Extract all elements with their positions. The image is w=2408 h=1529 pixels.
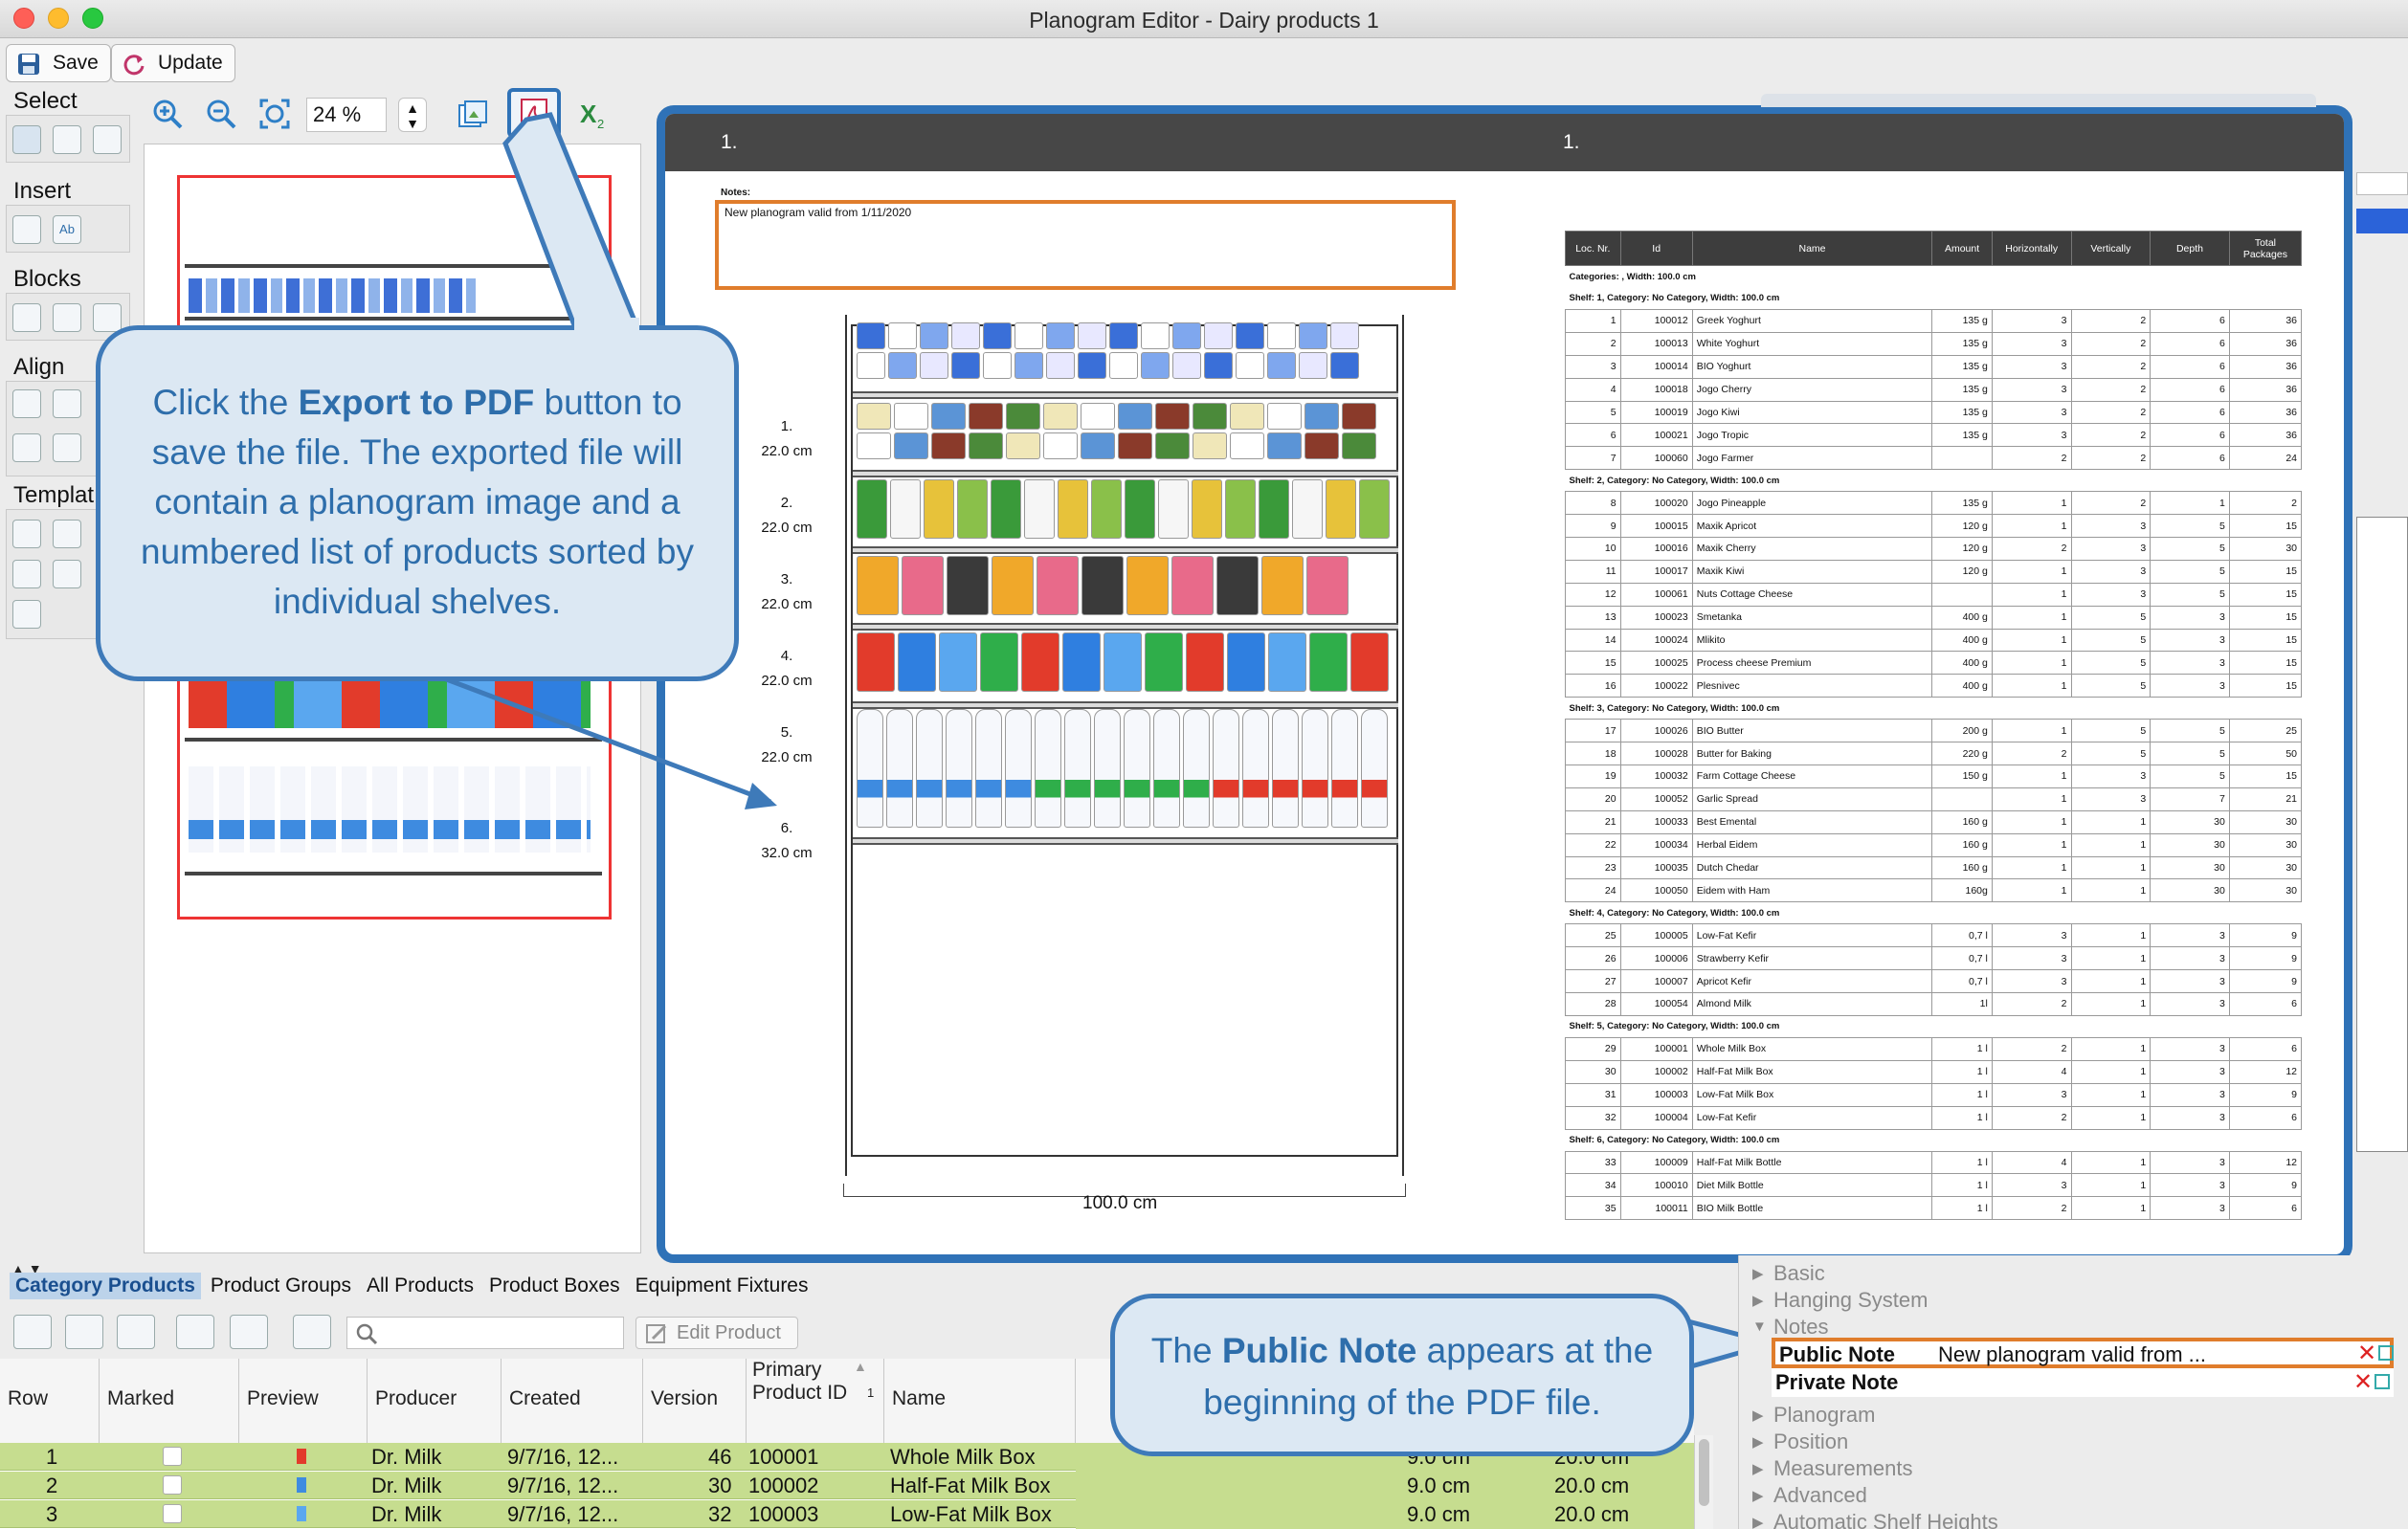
grid-header-row[interactable]: Row xyxy=(0,1359,100,1443)
search-icon xyxy=(356,1323,378,1345)
grid-header-created[interactable]: Created xyxy=(502,1359,643,1443)
section-measurements[interactable]: Measurements xyxy=(1773,1456,1913,1481)
delete-button[interactable] xyxy=(293,1315,331,1349)
properties-panel: ▶ Basic ▶ Hanging System ▼ Notes Public Not… xyxy=(1738,1255,2408,1529)
grid-cell-width: 9.0 cm xyxy=(1407,1502,1471,1526)
clear-public-note-icon[interactable]: ✕ xyxy=(2357,1340,2376,1367)
preview-thumbnail xyxy=(297,1449,306,1464)
section-basic[interactable]: Basic xyxy=(1773,1261,1825,1286)
expand-advanced-icon[interactable]: ▶ xyxy=(1752,1487,1764,1504)
selected-list-row[interactable] xyxy=(2356,209,2408,233)
export-pdf-callout: Click the Export to PDF button to save t… xyxy=(96,325,739,681)
public-note-value[interactable]: New planogram valid from ... xyxy=(1938,1342,2206,1367)
marked-checkbox[interactable] xyxy=(163,1447,182,1466)
sort-arrow-icon: ▲ xyxy=(854,1359,867,1374)
grid-cell-height: 20.0 cm xyxy=(1554,1502,1630,1526)
uncheck-button[interactable] xyxy=(65,1315,103,1349)
sort-index: 1 xyxy=(867,1385,875,1400)
grid-cell-width: 9.0 cm xyxy=(1407,1474,1471,1497)
grid-row[interactable]: 2 Dr. Milk 9/7/16, 12... 30 100002 Half-… xyxy=(0,1472,1076,1499)
grid-header-primary-product-id[interactable]: Primary Product ID 1 ▲ xyxy=(747,1359,884,1443)
grid-header-name[interactable]: Name xyxy=(884,1359,1076,1443)
pencil-icon xyxy=(646,1324,667,1343)
products-grid: Row Marked Preview Producer Created Version Pr… xyxy=(0,1359,1076,1529)
section-automatic-shelf-heights[interactable]: Automatic Shelf Heights xyxy=(1773,1510,1998,1529)
list-button[interactable] xyxy=(230,1315,268,1349)
edit-public-note-icon[interactable] xyxy=(2378,1345,2394,1361)
grid-row[interactable]: 1 Dr. Milk 9/7/16, 12... 46 100001 Whole… xyxy=(0,1443,1076,1471)
check-all-button[interactable] xyxy=(13,1315,52,1349)
section-notes[interactable]: Notes xyxy=(1773,1315,1828,1340)
tab-product-groups[interactable]: Product Groups xyxy=(205,1273,357,1299)
grid-scroll-thumb[interactable] xyxy=(1699,1439,1709,1506)
grid-header-marked[interactable]: Marked xyxy=(100,1359,239,1443)
edit-private-note-icon[interactable] xyxy=(2375,1374,2390,1389)
section-position[interactable]: Position xyxy=(1773,1429,1848,1454)
expand-position-icon[interactable]: ▶ xyxy=(1752,1433,1764,1451)
expand-hanging-icon[interactable]: ▶ xyxy=(1752,1292,1764,1309)
grid-header-producer[interactable]: Producer xyxy=(368,1359,502,1443)
public-note-row[interactable]: Public Note New planogram valid from ...… xyxy=(1772,1338,2394,1368)
preview-thumbnail xyxy=(297,1477,306,1493)
help-button[interactable] xyxy=(117,1315,155,1349)
expand-auto-shelf-icon[interactable]: ▶ xyxy=(1752,1514,1764,1529)
grid-scrollbar[interactable] xyxy=(1694,1435,1713,1529)
right-panel-area xyxy=(2356,517,2408,1152)
edit-product-button[interactable]: Edit Product xyxy=(635,1317,798,1349)
expand-basic-icon[interactable]: ▶ xyxy=(1752,1265,1764,1282)
clear-private-note-icon[interactable]: ✕ xyxy=(2353,1368,2373,1396)
tab-all-products[interactable]: All Products xyxy=(361,1273,479,1299)
collapse-notes-icon[interactable]: ▼ xyxy=(1752,1318,1767,1335)
tab-category-products[interactable]: Category Products xyxy=(10,1273,201,1299)
list-top xyxy=(2356,172,2408,195)
tab-product-boxes[interactable]: Product Boxes xyxy=(483,1273,626,1299)
tab-equipment-fixtures[interactable]: Equipment Fixtures xyxy=(630,1273,814,1299)
grid-toolbar: Edit Product xyxy=(0,1305,1076,1357)
grid-row[interactable]: 3 Dr. Milk 9/7/16, 12... 32 100003 Low-F… xyxy=(0,1500,1076,1528)
grid-cell-height: 20.0 cm xyxy=(1554,1474,1630,1497)
preview-thumbnail xyxy=(297,1506,306,1521)
search-input[interactable] xyxy=(346,1317,624,1349)
public-note-callout: The Public Note appears at the beginning… xyxy=(1110,1294,1694,1456)
marked-checkbox[interactable] xyxy=(163,1475,182,1495)
right-tabs-strip xyxy=(1761,94,2316,107)
product-tabs: Category Products Product Groups All Produ… xyxy=(10,1273,818,1301)
private-note-row[interactable]: Private Note ✕ xyxy=(1772,1368,2394,1397)
section-hanging-system[interactable]: Hanging System xyxy=(1773,1288,1928,1313)
expand-planogram-icon[interactable]: ▶ xyxy=(1752,1407,1764,1424)
grid-header-version[interactable]: Version xyxy=(643,1359,747,1443)
section-planogram[interactable]: Planogram xyxy=(1773,1403,1875,1428)
image-button[interactable] xyxy=(176,1315,214,1349)
expand-measurements-icon[interactable]: ▶ xyxy=(1752,1460,1764,1477)
grid-header-preview[interactable]: Preview xyxy=(239,1359,368,1443)
marked-checkbox[interactable] xyxy=(163,1504,182,1523)
section-advanced[interactable]: Advanced xyxy=(1773,1483,1867,1508)
